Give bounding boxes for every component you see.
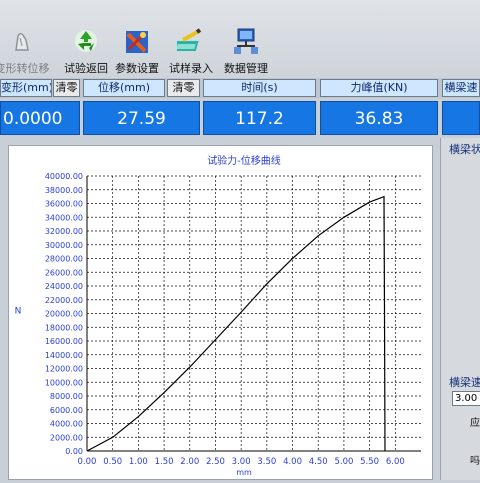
displacement-zero-button[interactable]: 清零 [167,79,200,97]
side-fragment-1: 应 [470,418,480,429]
x-axis-label: mm [236,468,252,477]
time-value: 117.2 [203,101,316,135]
y-tick-label: 28000.00 [45,255,83,264]
beam-speed-label: 横梁速 [449,376,480,389]
y-tick-label: 20000.00 [45,310,83,319]
displacement-value: 27.59 [83,101,200,135]
pencil-book-icon [173,28,205,60]
x-tick-label: 2.00 [180,457,199,467]
chart-title: 试验力-位移曲线 [207,154,281,167]
x-tick-label: 2.50 [206,457,225,467]
recycle-icon [73,28,99,58]
beam-speed-header: 横梁速 [442,79,480,97]
deformation-header: 变形(mm) [0,79,52,97]
y-tick-label: 16000.00 [45,337,83,346]
y-tick-label: 32000.00 [45,227,83,236]
beam-status-label: 横梁状 [449,143,480,156]
y-tick-label: 34000.00 [45,213,83,222]
y-tick-label: 24000.00 [45,282,83,291]
peak-force-header: 力峰值(KN) [320,79,438,97]
y-tick-label: 4000.00 [50,420,83,429]
side-fragment-2: 吗 [470,456,480,467]
x-tick-label: 0.00 [78,457,97,467]
y-tick-label: 40000.00 [45,172,83,181]
y-tick-label: 12000.00 [45,365,83,374]
deformation-value: 0.0000 [0,101,80,135]
toolbar: 变形转位移 试验返回 参数设置 试样录入 数据管理 [0,0,480,78]
y-tick-label: 6000.00 [50,406,83,415]
displacement-header: 位移(mm) [83,79,165,97]
y-tick-label: 10000.00 [45,378,83,387]
x-tick-label: 3.00 [232,457,251,467]
x-tick-label: 1.50 [155,457,174,467]
y-tick-label: 8000.00 [50,392,83,401]
deformation-zero-button[interactable]: 清零 [53,79,80,97]
y-tick-label: 22000.00 [45,296,83,305]
network-icon [232,28,260,60]
peak-force-value: 36.83 [320,101,438,135]
x-tick-label: 5.50 [360,457,379,467]
y-tick-label: 36000.00 [45,200,83,209]
beam-speed-input[interactable]: 3.00 [452,391,480,406]
mouse-hand-icon [8,28,36,60]
x-tick-label: 1.00 [129,457,148,467]
y-tick-label: 18000.00 [45,323,83,332]
y-tick-label: 14000.00 [45,351,83,360]
tools-icon [123,28,151,60]
x-tick-label: 5.00 [334,457,353,467]
x-tick-label: 0.50 [103,457,122,467]
beam-speed-readout [442,101,480,135]
y-tick-label: 0.00 [65,447,83,456]
x-tick-label: 4.50 [309,457,328,467]
force-displacement-chart: 试验力-位移曲线 0.00 0.50 1.00 1.50 2.00 2.50 3.00 3.50… [15,154,421,477]
force-displacement-curve [86,195,386,452]
x-tick-label: 4.00 [283,457,302,467]
x-tick-label: 6.00 [386,457,405,467]
y-tick-label: 30000.00 [45,241,83,250]
y-tick-label: 38000.00 [45,186,83,195]
time-header: 时间(s) [203,79,316,97]
y-axis-label: N [15,307,22,317]
chart-panel: 试验力-位移曲线 0.00 0.50 1.00 1.50 2.00 2.50 3.00 3.50… [8,145,433,480]
y-tick-label: 26000.00 [45,268,83,277]
x-tick-label: 3.50 [257,457,276,467]
y-tick-label: 2000.00 [50,433,83,442]
